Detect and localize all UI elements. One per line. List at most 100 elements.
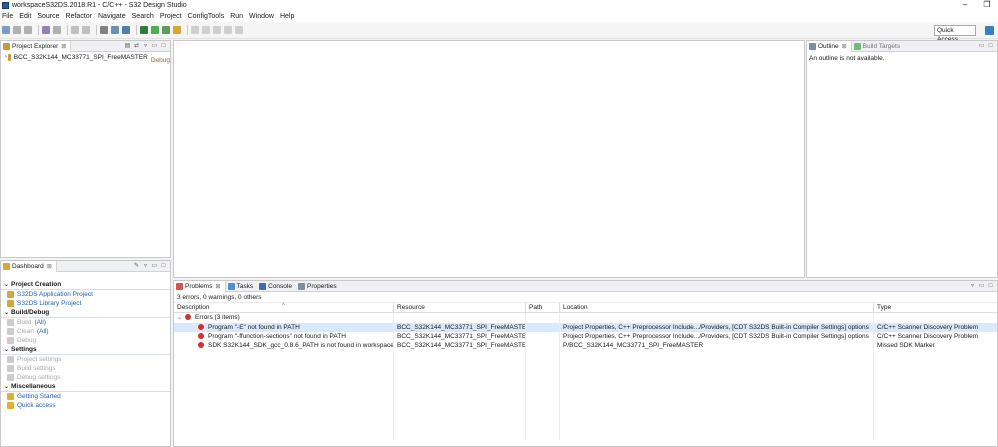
next-annotation-icon[interactable] (202, 26, 210, 34)
link-application-project[interactable]: S32DS Application Project (1, 290, 170, 299)
prev-annotation-icon[interactable] (213, 26, 221, 34)
link-build[interactable]: Build (All) (1, 318, 170, 327)
column-path[interactable]: Path (526, 303, 560, 312)
maximize-view-icon[interactable]: □ (159, 42, 168, 50)
tab-project-explorer[interactable]: Project Explorer ⊠ (1, 40, 72, 52)
perspective-icon[interactable] (985, 26, 994, 35)
maximize-view-icon[interactable]: □ (986, 282, 995, 290)
menu-edit[interactable]: Edit (19, 13, 31, 20)
section-build-debug[interactable]: ⌄ Build/Debug (1, 308, 170, 318)
minimize-view-icon[interactable]: ▭ (150, 262, 159, 270)
chevron-down-icon[interactable]: ⌄ (4, 346, 11, 353)
section-project-creation[interactable]: ⌄ Project Creation (1, 280, 170, 290)
menu-help[interactable]: Help (280, 13, 294, 20)
save-all-icon[interactable] (24, 26, 32, 34)
open-type-icon[interactable] (173, 26, 181, 34)
close-icon[interactable]: ⊠ (61, 43, 66, 50)
table-row[interactable]: SDK S32K144_SDK_gcc_0.8.6_PATH is not fo… (174, 341, 997, 350)
view-menu-icon[interactable]: ▿ (968, 282, 977, 290)
link-build-settings[interactable]: Build settings (1, 364, 170, 373)
link-clean[interactable]: Clean (All) (1, 327, 170, 336)
link-project-settings[interactable]: Project settings (1, 355, 170, 364)
back-arrow-icon[interactable] (224, 26, 232, 34)
section-settings[interactable]: ⌄ Settings (1, 345, 170, 355)
collapse-all-icon[interactable]: ▤ (123, 42, 132, 50)
view-menu-icon[interactable]: ▿ (141, 42, 150, 50)
table-row[interactable]: Program "-ffunction-sections" not found … (174, 332, 997, 341)
menu-refactor[interactable]: Refactor (66, 13, 92, 20)
group-row-errors[interactable]: ⌄ Errors (3 items) (174, 313, 997, 323)
editor-area[interactable] (173, 40, 805, 278)
menu-navigate[interactable]: Navigate (98, 13, 126, 20)
tab-console[interactable]: Console (257, 281, 296, 292)
tree-item-project[interactable]: › BCC_S32K144_MC33771_SPI_FreeMASTER: De… (1, 50, 170, 64)
print-icon[interactable] (53, 26, 61, 34)
column-resource[interactable]: Resource (394, 303, 526, 312)
column-location[interactable]: Location (560, 303, 874, 312)
run-icon[interactable] (140, 26, 148, 34)
debug-config-icon[interactable] (122, 26, 130, 34)
empty-cell (874, 395, 997, 404)
table-row[interactable]: Program "-E" not found in PATH BCC_S32K1… (174, 323, 997, 332)
link-getting-started[interactable]: Getting Started (1, 392, 170, 401)
empty-row (174, 413, 997, 422)
debug-icon[interactable] (151, 26, 159, 34)
menu-configtools[interactable]: ConfigTools (188, 13, 225, 20)
minimize-view-icon[interactable]: ▭ (150, 42, 159, 50)
forward-arrow-icon[interactable] (235, 26, 243, 34)
customize-icon[interactable]: ✎ (132, 262, 141, 270)
link-debug-settings[interactable]: Debug settings (1, 373, 170, 382)
sort-indicator-icon: ^ (282, 303, 285, 309)
tab-properties[interactable]: Properties (296, 281, 341, 292)
save-icon[interactable] (13, 26, 21, 34)
tab-tasks[interactable]: Tasks (226, 281, 258, 292)
link-editor-icon[interactable]: ⇄ (132, 42, 141, 50)
menu-project[interactable]: Project (160, 13, 182, 20)
terminate-icon[interactable] (100, 26, 108, 34)
tab-dashboard[interactable]: Dashboard ⊠ (1, 260, 57, 272)
close-icon[interactable]: ⊠ (842, 43, 847, 50)
new-icon[interactable] (2, 26, 10, 34)
external-tools-icon[interactable] (162, 26, 170, 34)
link-label: Debug (17, 337, 37, 344)
minimize-view-icon[interactable]: ▭ (977, 282, 986, 290)
chevron-down-icon[interactable]: ⌄ (177, 315, 182, 321)
link-quick-access[interactable]: Quick access (1, 401, 170, 410)
section-miscellaneous[interactable]: ⌄ Miscellaneous (1, 382, 170, 392)
undo-icon[interactable] (71, 26, 79, 34)
menu-window[interactable]: Window (249, 13, 274, 20)
menu-search[interactable]: Search (132, 13, 154, 20)
tab-build-targets[interactable]: Build Targets (852, 41, 904, 52)
minimize-button[interactable]: – (954, 0, 976, 11)
tab-label: Properties (306, 282, 337, 290)
build-all-link[interactable]: (All) (34, 319, 46, 326)
minimize-view-icon[interactable]: ▭ (977, 42, 986, 50)
maximize-view-icon[interactable]: □ (159, 262, 168, 270)
menu-file[interactable]: File (2, 13, 13, 20)
search-icon[interactable] (191, 26, 199, 34)
view-controls: ✎ ▿ ▭ □ (132, 262, 168, 270)
tab-problems[interactable]: Problems ⊠ (174, 280, 226, 292)
view-menu-icon[interactable]: ▿ (141, 262, 150, 270)
menu-source[interactable]: Source (37, 13, 59, 20)
empty-cell (174, 431, 394, 440)
quick-access-input[interactable]: Quick Access (934, 25, 976, 43)
empty-cell (874, 313, 997, 323)
redo-icon[interactable] (82, 26, 90, 34)
build-icon[interactable] (42, 26, 50, 34)
maximize-view-icon[interactable]: □ (986, 42, 995, 50)
close-icon[interactable]: ⊠ (47, 263, 52, 270)
link-library-project[interactable]: S32DS Library Project (1, 299, 170, 308)
column-type[interactable]: Type (874, 303, 997, 312)
tab-outline[interactable]: Outline ⊠ (807, 40, 852, 52)
link-debug[interactable]: Debug (1, 336, 170, 345)
chevron-down-icon[interactable]: ⌄ (4, 383, 11, 390)
close-icon[interactable]: ⊠ (215, 283, 220, 290)
restore-button[interactable]: ❐ (976, 0, 998, 11)
chevron-down-icon[interactable]: ⌄ (4, 281, 11, 288)
menu-run[interactable]: Run (230, 13, 243, 20)
clean-all-link[interactable]: (All) (37, 328, 49, 335)
cell-type: C/C++ Scanner Discovery Problem (877, 333, 979, 340)
skip-breakpoints-icon[interactable] (111, 26, 119, 34)
chevron-down-icon[interactable]: ⌄ (4, 309, 11, 316)
